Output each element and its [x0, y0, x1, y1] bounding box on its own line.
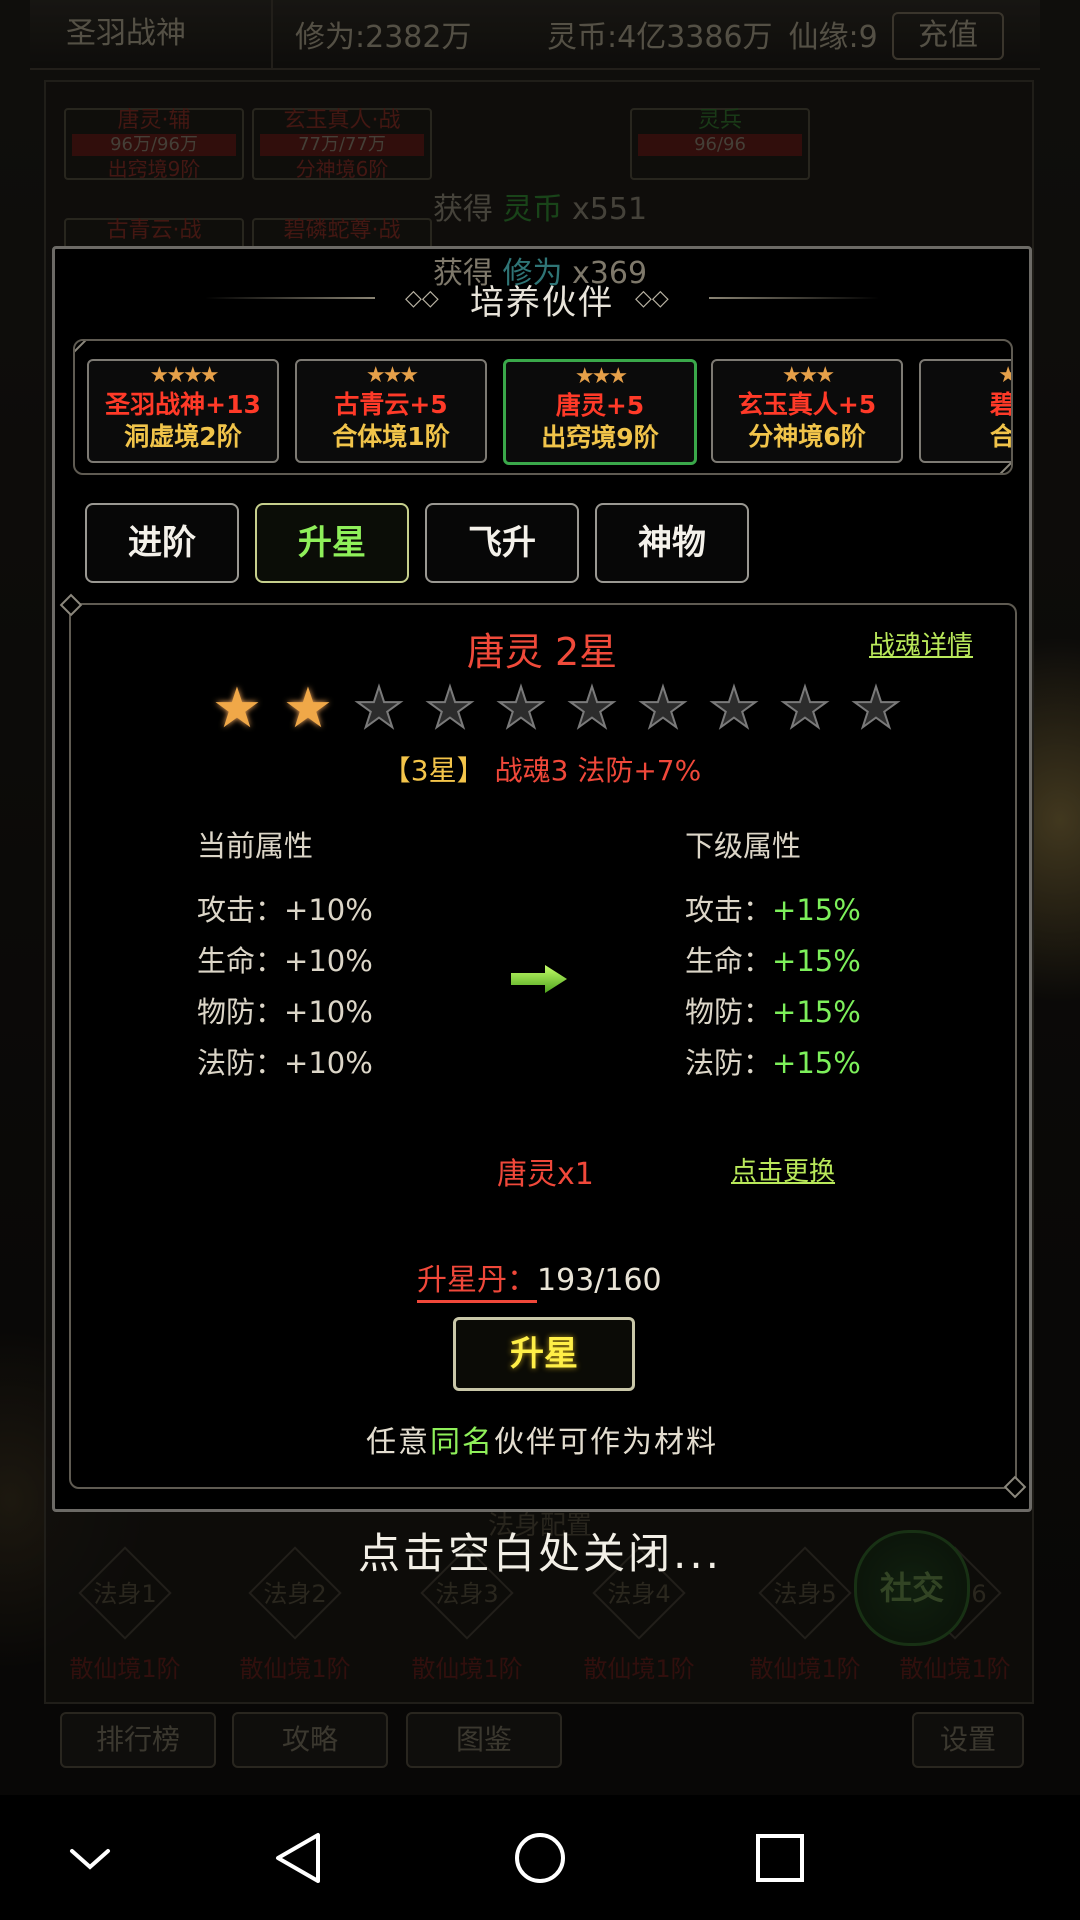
partner-name: 古青云+5	[334, 390, 448, 419]
partner-card[interactable]: ★★ 碧磷 合体	[919, 359, 1013, 463]
hint-suffix: 伙伴可作为材料	[494, 1425, 718, 1460]
attr-value: +10%	[284, 944, 373, 978]
upstar-pill-count: 升星丹：193/160	[417, 1255, 662, 1303]
attr-row: 生命：+10%	[197, 936, 373, 987]
attr-value: +15%	[772, 1046, 861, 1080]
material-partner[interactable]: 唐灵x1	[497, 1149, 594, 1193]
attr-row: 法防：+10%	[197, 1038, 373, 1089]
attr-row: 攻击：+10%	[197, 885, 373, 936]
attr-key: 法防：	[197, 1046, 285, 1080]
partner-name: 玄玉真人+5	[737, 390, 877, 419]
upstar-pill-value: 193/160	[537, 1263, 662, 1298]
next-attributes-header: 下级属性	[685, 829, 802, 863]
attr-value: +10%	[284, 893, 373, 927]
attr-row: 攻击：+15%	[685, 885, 861, 936]
next-star-effect: 战魂3 法防+7%	[494, 754, 702, 787]
next-star-bonus: 【3星】 战魂3 法防+7%	[55, 749, 1029, 789]
soul-detail-link[interactable]: 战魂详情	[869, 625, 973, 662]
hint-prefix: 任意	[366, 1425, 430, 1460]
system-navigation-bar	[0, 1795, 1080, 1920]
gain-message: 获得 修为 x369	[0, 248, 1080, 292]
hint-highlight: 同名	[430, 1425, 494, 1460]
tab-ascend[interactable]: 飞升	[425, 503, 579, 583]
gain-item: 修为	[502, 256, 563, 291]
back-icon[interactable]	[260, 1823, 340, 1893]
star-rating-icon: ★★★★	[149, 363, 220, 388]
star-empty-icon: ★	[637, 676, 689, 741]
partner-realm: 分神境6阶	[748, 422, 866, 451]
material-hint: 任意同名伙伴可作为材料	[55, 1417, 1029, 1461]
attr-key: 物防：	[197, 995, 285, 1029]
tab-artifact[interactable]: 神物	[595, 503, 749, 583]
tab-upstar[interactable]: 升星	[255, 503, 409, 583]
attr-row: 物防：+10%	[197, 987, 373, 1038]
star-empty-icon: ★	[779, 676, 831, 741]
partner-card[interactable]: ★★★ 古青云+5 合体境1阶	[295, 359, 487, 463]
star-empty-icon: ★	[353, 676, 405, 741]
star-rating-icon: ★★★	[781, 363, 835, 388]
attr-row: 生命：+15%	[685, 936, 861, 987]
attr-key: 攻击：	[197, 893, 285, 927]
swap-material-link[interactable]: 点击更换	[731, 1151, 835, 1188]
star-filled-icon: ★	[211, 676, 263, 741]
tab-advance[interactable]: 进阶	[85, 503, 239, 583]
attr-value: +10%	[284, 1046, 373, 1080]
next-star-label: 【3星】	[382, 754, 485, 787]
upstar-pill-label[interactable]: 升星丹：	[417, 1263, 537, 1303]
attr-value: +15%	[772, 893, 861, 927]
star-empty-icon: ★	[708, 676, 760, 741]
star-empty-icon: ★	[566, 676, 618, 741]
upstar-button[interactable]: 升星	[453, 1317, 635, 1391]
attr-key: 攻击：	[685, 893, 773, 927]
star-rating-icon: ★★★	[365, 363, 419, 388]
star-rating-icon: ★★	[921, 363, 1011, 389]
star-rating-icon: ★★★	[574, 364, 628, 389]
star-empty-icon: ★	[424, 676, 476, 741]
partner-card[interactable]: ★★★ 玄玉真人+5 分神境6阶	[711, 359, 903, 463]
star-empty-icon: ★	[495, 676, 547, 741]
partner-realm: 合体	[989, 422, 1013, 451]
next-attributes: 下级属性 攻击：+15% 生命：+15% 物防：+15% 法防：+15%	[685, 823, 861, 1089]
star-empty-icon: ★	[850, 676, 902, 741]
attr-key: 生命：	[197, 944, 285, 978]
partner-name: 圣羽战神+13	[105, 390, 261, 419]
attr-row: 物防：+15%	[685, 987, 861, 1038]
chevron-down-icon[interactable]	[50, 1823, 130, 1893]
attr-key: 法防：	[685, 1046, 773, 1080]
partner-card[interactable]: ★★★★ 圣羽战神+13 洞虚境2阶	[87, 359, 279, 463]
partner-selector[interactable]: ★★★★ 圣羽战神+13 洞虚境2阶 ★★★ 古青云+5 合体境1阶 ★★★ 唐…	[73, 339, 1013, 475]
partner-realm: 合体境1阶	[332, 422, 450, 451]
partner-name: 唐灵+5	[555, 391, 645, 420]
gain-prefix: 获得	[432, 256, 503, 291]
attr-value: +10%	[284, 995, 373, 1029]
partner-realm: 出窍境9阶	[541, 423, 659, 452]
tap-to-close-hint[interactable]: 点击空白处关闭...	[0, 1520, 1080, 1581]
attr-row: 法防：+15%	[685, 1038, 861, 1089]
current-attributes: 当前属性 攻击：+10% 生命：+10% 物防：+10% 法防：+10%	[197, 823, 373, 1089]
partner-card-selected[interactable]: ★★★ 唐灵+5 出窍境9阶	[503, 359, 697, 465]
current-attributes-header: 当前属性	[197, 829, 314, 863]
arrow-right-icon	[511, 965, 567, 993]
attr-key: 生命：	[685, 944, 773, 978]
star-progress: ★ ★ ★ ★ ★ ★ ★ ★ ★ ★	[209, 676, 902, 741]
recents-icon[interactable]	[740, 1823, 820, 1893]
attr-key: 物防：	[685, 995, 773, 1029]
gain-qty: x369	[562, 256, 648, 291]
partner-realm: 洞虚境2阶	[124, 422, 242, 451]
home-icon[interactable]	[500, 1823, 580, 1893]
attr-value: +15%	[772, 995, 861, 1029]
partner-name: 碧磷	[989, 390, 1013, 419]
attr-value: +15%	[772, 944, 861, 978]
train-partner-dialog: ◇◇ ◇◇ 培养伙伴 ★★★★ 圣羽战神+13 洞虚境2阶 ★★★ 古青云+5 …	[52, 246, 1032, 1512]
star-filled-icon: ★	[282, 676, 334, 741]
